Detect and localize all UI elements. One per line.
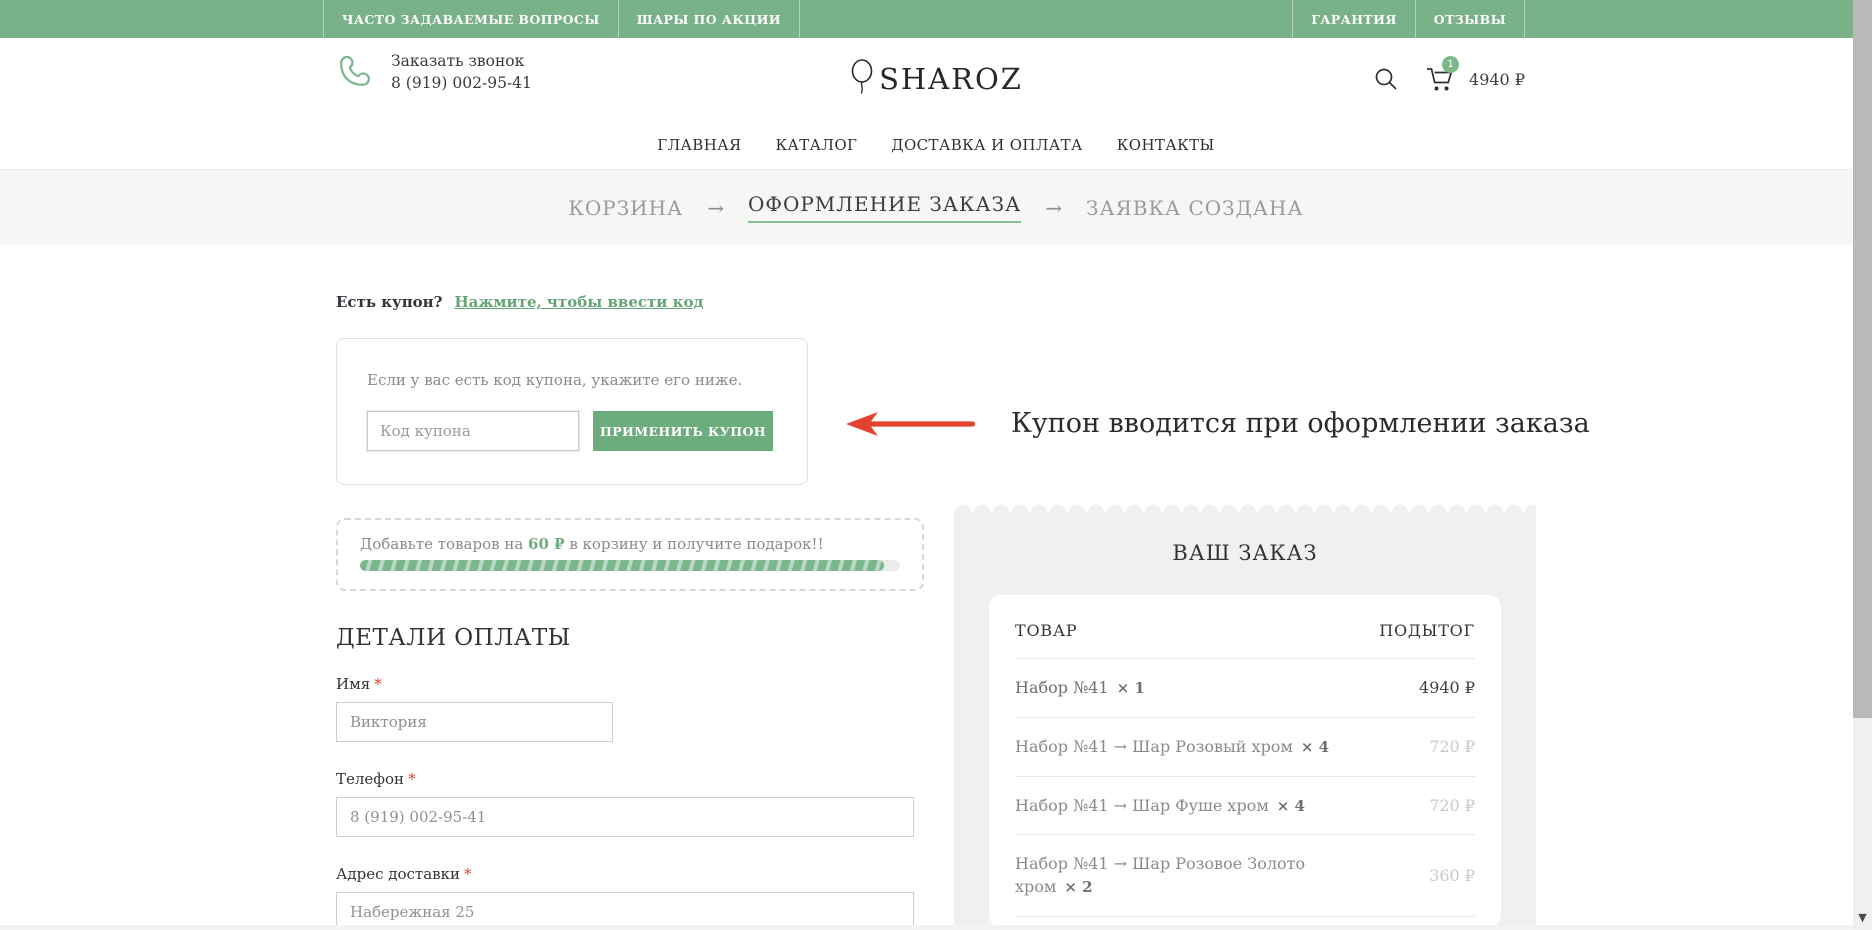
coupon-annotation-text: Купон вводится при оформлении заказа — [1011, 408, 1590, 439]
nav-item-home[interactable]: ГЛАВНАЯ — [657, 136, 741, 154]
item-qty: × 1 — [1117, 679, 1145, 697]
nav-item-delivery[interactable]: ДОСТАВКА И ОПЛАТА — [891, 136, 1082, 154]
scrollbar-down-arrow[interactable]: ▼ — [1853, 911, 1872, 924]
coupon-form: Если у вас есть код купона, укажите его … — [336, 338, 808, 485]
order-table-header: ТОВАР ПОДЫТОГ — [1015, 595, 1475, 658]
breadcrumb-arrow-icon: → — [1045, 196, 1062, 220]
gift-progress-track — [360, 560, 900, 571]
topbar-left-links: ЧАСТО ЗАДАВАЕМЫЕ ВОПРОСЫ ШАРЫ ПО АКЦИИ — [323, 0, 800, 38]
nav-item-catalog[interactable]: КАТАЛОГ — [775, 136, 857, 154]
site-header: Заказать звонок 8 (919) 002-95-41 SHAROZ — [0, 38, 1872, 120]
order-item-price: 4940 ₽ — [1419, 678, 1475, 697]
billing-details-title: ДЕТАЛИ ОПЛАТЫ — [336, 625, 926, 651]
order-item-row: Набор №41 → Шар Розовый хром × 4 720 ₽ — [1015, 717, 1475, 776]
order-item-price: 360 ₽ — [1429, 866, 1475, 885]
item-qty: × 2 — [1064, 878, 1092, 896]
receipt-scalloped-edge — [954, 500, 1536, 513]
top-utility-bar: ЧАСТО ЗАДАВАЕМЫЕ ВОПРОСЫ ШАРЫ ПО АКЦИИ Г… — [0, 0, 1872, 38]
name-label-text: Имя — [336, 675, 370, 693]
receipt-body: ВАШ ЗАКАЗ ТОВАР ПОДЫТОГ Набор №41 × 1 494… — [954, 513, 1536, 930]
phone-field-label: Телефон* — [336, 770, 926, 788]
item-qty: × 4 — [1277, 797, 1305, 815]
billing-field-name: Имя* — [336, 675, 926, 742]
item-qty: × 4 — [1301, 738, 1329, 756]
gift-progress-box: Добавьте товаров на 60 ₽ в корзину и пол… — [336, 518, 924, 591]
header-actions: 1 4940 ₽ — [1373, 38, 1525, 120]
order-table: ТОВАР ПОДЫТОГ Набор №41 × 1 4940 ₽ Набор … — [989, 595, 1501, 927]
coupon-question-line: Есть купон? Нажмите, чтобы ввести код — [336, 293, 926, 311]
topbar-link-warranty[interactable]: ГАРАНТИЯ — [1292, 0, 1415, 38]
gift-progress-fill — [360, 560, 884, 571]
phone-label-text: Телефон — [336, 770, 404, 788]
phone-input[interactable] — [336, 797, 914, 837]
address-label-text: Адрес доставки — [336, 865, 460, 883]
coupon-hint: Если у вас есть код купона, укажите его … — [367, 371, 777, 389]
required-asterisk: * — [464, 865, 472, 883]
coupon-toggle-link[interactable]: Нажмите, чтобы ввести код — [454, 293, 703, 311]
order-item-price: 720 ₽ — [1429, 796, 1475, 815]
order-item-name: Набор №41 → Шар Фуше хром × 4 — [1015, 794, 1335, 818]
order-item-name: Набор №41 × 1 — [1015, 676, 1335, 700]
topbar-right-links: ГАРАНТИЯ ОТЗЫВЫ — [1292, 0, 1525, 38]
nav-item-contacts[interactable]: КОНТАКТЫ — [1117, 136, 1215, 154]
item-title: Набор №41 → Шар Фуше хром — [1015, 796, 1269, 815]
breadcrumb-checkout[interactable]: ОФОРМЛЕНИЕ ЗАКАЗА — [748, 192, 1021, 223]
order-summary-panel: ВАШ ЗАКАЗ ТОВАР ПОДЫТОГ Набор №41 × 1 494… — [954, 500, 1536, 930]
balloon-icon — [849, 58, 877, 100]
order-col-subtotal: ПОДЫТОГ — [1379, 621, 1475, 640]
checkout-breadcrumb: КОРЗИНА → ОФОРМЛЕНИЕ ЗАКАЗА → ЗАЯВКА СОЗ… — [0, 170, 1872, 245]
breadcrumb-cart[interactable]: КОРЗИНА — [568, 196, 683, 220]
order-item-price: 720 ₽ — [1429, 737, 1475, 756]
scrollbar-thumb[interactable] — [1853, 0, 1872, 718]
topbar-link-sale-balloons[interactable]: ШАРЫ ПО АКЦИИ — [618, 0, 800, 38]
item-title: Набор №41 → Шар Розовое Золото хром — [1015, 854, 1305, 896]
billing-field-phone: Телефон* — [336, 770, 926, 837]
order-item-row: Набор №41 → Шар Фуше хром × 4 720 ₽ — [1015, 776, 1475, 835]
coupon-question: Есть купон? — [336, 293, 442, 311]
main-nav: ГЛАВНАЯ КАТАЛОГ ДОСТАВКА И ОПЛАТА КОНТАК… — [0, 120, 1872, 170]
checkout-left-column: Есть купон? Нажмите, чтобы ввести код Ес… — [336, 293, 926, 930]
topbar-link-reviews[interactable]: ОТЗЫВЫ — [1415, 0, 1525, 38]
address-field-label: Адрес доставки* — [336, 865, 926, 883]
gift-amount: 60 ₽ — [528, 535, 565, 553]
billing-field-address: Адрес доставки* — [336, 865, 926, 930]
main-content: Купон вводится при оформлении заказа Ест… — [336, 245, 1536, 930]
cart-total: 4940 ₽ — [1469, 70, 1525, 89]
red-arrow-icon — [844, 410, 979, 438]
cart-count-badge: 1 — [1442, 56, 1459, 73]
required-asterisk: * — [374, 675, 382, 693]
topbar-link-faq[interactable]: ЧАСТО ЗАДАВАЕМЫЕ ВОПРОСЫ — [323, 0, 618, 38]
required-asterisk: * — [408, 770, 416, 788]
gift-text-after: в корзину и получите подарок!! — [565, 535, 824, 553]
name-field-label: Имя* — [336, 675, 926, 693]
order-table-bottom-divider — [1015, 916, 1475, 921]
logo-text: SHAROZ — [879, 62, 1023, 96]
logo[interactable]: SHAROZ — [0, 38, 1872, 120]
gift-progress-text: Добавьте товаров на 60 ₽ в корзину и пол… — [360, 535, 900, 553]
coupon-code-input[interactable] — [367, 411, 579, 451]
name-input[interactable] — [336, 702, 613, 742]
next-section-edge — [0, 925, 1853, 930]
gift-text-before: Добавьте товаров на — [360, 535, 528, 553]
breadcrumb-order-created: ЗАЯВКА СОЗДАНА — [1086, 196, 1304, 220]
coupon-annotation: Купон вводится при оформлении заказа — [844, 408, 1590, 439]
page-scrollbar[interactable]: ▼ — [1853, 0, 1872, 930]
item-title: Набор №41 → Шар Розовый хром — [1015, 737, 1293, 756]
order-title: ВАШ ЗАКАЗ — [989, 541, 1501, 565]
search-icon[interactable] — [1373, 66, 1399, 92]
order-col-product: ТОВАР — [1015, 621, 1077, 640]
order-item-name: Набор №41 → Шар Розовое Золото хром× 2 — [1015, 852, 1335, 899]
cart-button[interactable]: 1 4940 ₽ — [1425, 65, 1525, 93]
coupon-input-row: ПРИМЕНИТЬ КУПОН — [367, 411, 777, 451]
order-item-row: Набор №41 × 1 4940 ₽ — [1015, 658, 1475, 717]
order-item-name: Набор №41 → Шар Розовый хром × 4 — [1015, 735, 1335, 759]
apply-coupon-button[interactable]: ПРИМЕНИТЬ КУПОН — [593, 411, 773, 451]
order-item-row: Набор №41 → Шар Розовое Золото хром× 2 3… — [1015, 834, 1475, 916]
item-title: Набор №41 — [1015, 678, 1109, 697]
checkout-right-column: ВАШ ЗАКАЗ ТОВАР ПОДЫТОГ Набор №41 × 1 494… — [954, 293, 1536, 930]
breadcrumb-arrow-icon: → — [707, 196, 724, 220]
